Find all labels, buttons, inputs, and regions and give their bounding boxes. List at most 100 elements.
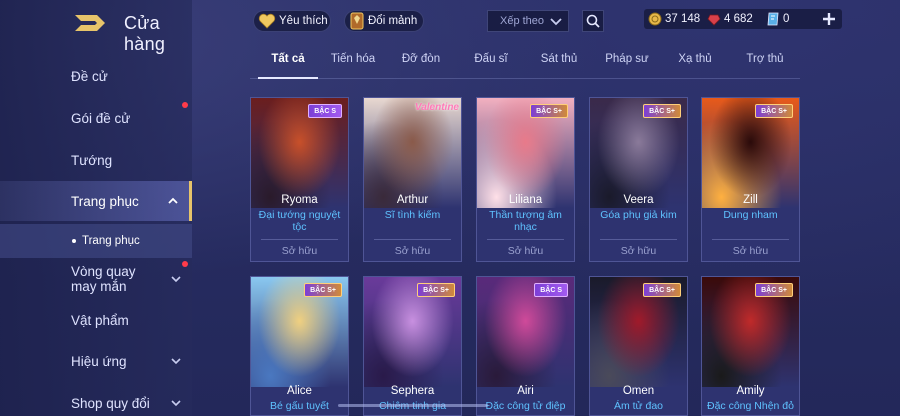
owned-label: Sở hữu (620, 245, 657, 257)
tab-tank[interactable]: Đỡ đòn (392, 53, 450, 79)
tier-badge: BẬC S+ (530, 104, 568, 118)
sidebar-subitem-skins[interactable]: Trang phục (0, 224, 192, 258)
exchange-shards-button[interactable]: Đổi mảnh (344, 10, 424, 32)
owned-label: Sở hữu (507, 245, 544, 257)
tier-badge: BẬC S (534, 283, 568, 297)
skin-card[interactable]: BẬC S+ Alice Bé gấu tuyết (250, 276, 349, 416)
hero-name: Arthur (396, 194, 429, 206)
tab-support[interactable]: Trợ thủ (736, 53, 794, 79)
search-icon (586, 14, 600, 28)
tab-evolution[interactable]: Tiến hóa (324, 53, 382, 79)
chevron-down-icon (550, 18, 562, 26)
sidebar-item-label: Shop quy đổi (71, 395, 150, 411)
sidebar-item-heroes[interactable]: Tướng (0, 140, 192, 180)
tier-badge: BẬC S+ (417, 283, 455, 297)
bullet-icon (72, 239, 76, 243)
sidebar-item-bundles[interactable]: Gói đề cử (0, 98, 192, 138)
tier-badge: BẬC S+ (643, 283, 681, 297)
sidebar-item-exchange-shop[interactable]: Shop quy đổi (0, 383, 192, 416)
owned-label: Sở hữu (281, 245, 318, 257)
card-divider (261, 239, 338, 240)
owned-label: Sở hữu (732, 245, 769, 257)
tier-badge: BẬC S (308, 104, 342, 118)
skin-name: Dung nham (723, 209, 778, 221)
sidebar-item-items[interactable]: Vật phẩm (0, 300, 192, 340)
exchange-label: Đổi mảnh (368, 15, 418, 27)
sidebar-item-label: Gói đề cử (71, 110, 131, 126)
sidebar-item-label: Tướng (71, 152, 113, 168)
horizontal-scrollbar[interactable] (338, 404, 488, 407)
sidebar-item-label: Đề cử (71, 68, 108, 84)
sidebar-item-label: Trang phục (71, 193, 139, 209)
skin-card[interactable]: BẬC S+ Omen Ám tử đao (589, 276, 688, 416)
skin-card[interactable]: BẬC S+ Liliana Thần tượng âm nhạc Sở hữu (476, 97, 575, 262)
skin-name: Góa phụ giả kim (600, 209, 677, 221)
sidebar-item-lucky-spin[interactable]: Vòng quay may mắn (0, 258, 192, 300)
skin-name: Ám tử đao (613, 400, 664, 412)
skin-name: Thần tượng âm nhạc (489, 209, 562, 233)
hero-name: Ryoma (281, 194, 318, 206)
tier-badge: BẬC S+ (304, 283, 342, 297)
tier-badge: BẬC S+ (755, 104, 793, 118)
back-arrow-icon (75, 15, 105, 31)
voucher-amount: 0 (783, 13, 790, 25)
card-divider (487, 239, 564, 240)
page-title: Cửa hàng (124, 13, 166, 54)
skin-card[interactable]: BẬC S+SepheraChiêm tinh gia (363, 276, 462, 416)
skin-art (364, 98, 461, 208)
sidebar-subitem-label: Trang phục (82, 235, 140, 247)
voucher-currency: 0 (766, 10, 789, 28)
card-divider (374, 239, 451, 240)
voucher-icon (767, 12, 779, 26)
sidebar: Cửa hàng Đề cử Gói đề cử Tướng Trang phụ… (0, 0, 192, 416)
gold-amount: 37 148 (665, 13, 701, 25)
chevron-down-icon (171, 400, 181, 407)
sidebar-item-effects[interactable]: Hiệu ứng (0, 341, 192, 381)
tier-badge: BẬC S+ (755, 283, 793, 297)
tab-marksman[interactable]: Xạ thủ (666, 53, 724, 79)
category-tabs: Tất cả Tiến hóa Đỡ đòn Đấu sĩ Sát thủ Ph… (250, 53, 800, 79)
notification-dot (182, 261, 188, 267)
tab-fighter[interactable]: Đấu sĩ (462, 53, 520, 79)
skin-name: Bé gấu tuyết (270, 400, 329, 412)
tab-all[interactable]: Tất cả (258, 53, 318, 79)
skin-card[interactable]: BẬC S+ Zill Dung nham Sở hữu (701, 97, 800, 262)
chevron-down-icon (171, 276, 181, 283)
sidebar-item-label: Vòng quay may mắn (71, 264, 136, 294)
event-banner: Valentine (414, 102, 459, 113)
favorite-label: Yêu thích (279, 15, 328, 27)
skin-name: Đặc công tử điệp (485, 400, 566, 412)
skin-name: Sĩ tình kiếm (384, 209, 441, 221)
back-button[interactable] (72, 12, 110, 34)
shard-card-icon (350, 12, 364, 30)
hero-name: Airi (517, 385, 534, 397)
tab-assassin[interactable]: Sát thủ (530, 53, 588, 79)
sidebar-item-skins[interactable]: Trang phục (0, 181, 192, 221)
heart-icon (258, 13, 276, 29)
search-button[interactable] (582, 10, 604, 32)
hero-name: Omen (622, 385, 655, 397)
skin-card[interactable]: Valentine Arthur Sĩ tình kiếm Sở hữu (363, 97, 462, 262)
sidebar-item-label: Hiệu ứng (71, 353, 127, 369)
skin-card[interactable]: BẬC S+ Veera Góa phụ giả kim Sở hữu (589, 97, 688, 262)
sort-dropdown[interactable]: Xếp theo (487, 10, 569, 32)
hero-name: Sephera (390, 385, 435, 397)
skin-card[interactable]: BẬC S Airi Đặc công tử điệp (476, 276, 575, 416)
gold-coin-icon (648, 12, 662, 26)
hero-name: Liliana (508, 194, 543, 206)
hero-name: Amily (736, 385, 765, 397)
chevron-up-icon (168, 197, 178, 204)
gem-currency: 4 682 (707, 10, 753, 28)
skin-card[interactable]: BẬC S+ Amily Đặc công Nhện đỏ (701, 276, 800, 416)
sort-dropdown-label: Xếp theo (500, 15, 545, 27)
favorite-button[interactable]: Yêu thích (253, 10, 331, 32)
gold-currency: 37 148 (648, 10, 700, 28)
skin-name: Đại tướng nguyệt tộc (258, 209, 341, 233)
hero-name: Zill (743, 194, 758, 206)
sidebar-item-label: Vật phẩm (71, 312, 129, 328)
skin-card[interactable]: BẬC S Ryoma Đại tướng nguyệt tộc Sở hữu (250, 97, 349, 262)
sidebar-item-featured[interactable]: Đề cử (0, 56, 192, 96)
tab-mage[interactable]: Pháp sư (598, 53, 656, 79)
hero-name: Veera (623, 194, 654, 206)
add-currency-button[interactable] (820, 10, 838, 28)
